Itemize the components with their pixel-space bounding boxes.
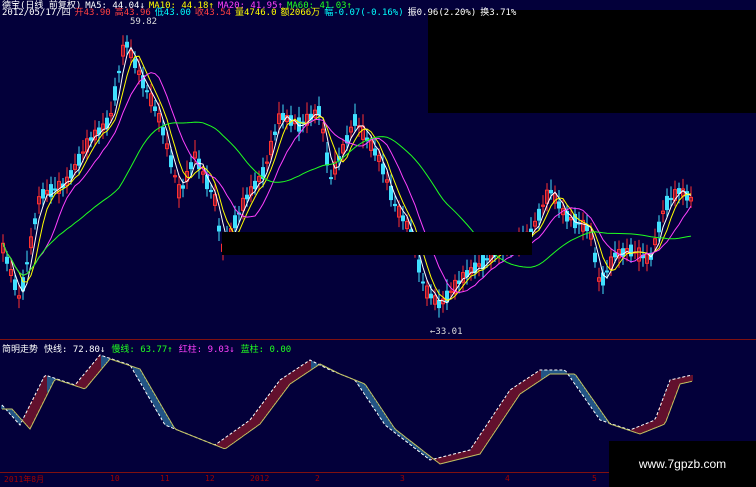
candle-body: [429, 293, 433, 299]
candle-body: [401, 215, 405, 222]
axis-tick-label: 4: [505, 474, 510, 483]
axis-tick-label: 2011年8月: [4, 475, 45, 484]
candle-body: [393, 203, 397, 207]
quote-value-5: 量4746.0: [234, 8, 277, 18]
low-price-label: ←33.01: [430, 327, 463, 337]
candle-body: [77, 153, 81, 166]
quote-value-1: 开43.90: [74, 8, 111, 18]
candle-body: [381, 163, 385, 175]
candle-body: [53, 188, 57, 191]
candle-body: [89, 137, 93, 141]
candle-body: [113, 86, 117, 101]
candle-body: [549, 189, 553, 194]
candle-body: [233, 215, 237, 229]
candle-body: [669, 197, 673, 201]
candle-body: [325, 152, 329, 166]
slow-line: [2, 358, 693, 465]
candle-body: [5, 256, 9, 264]
candle-body: [557, 201, 561, 209]
candle-body: [169, 155, 173, 168]
candle-body: [665, 195, 669, 211]
candle-body: [657, 221, 661, 233]
quote-value-8: 振0.96(2.20%): [407, 8, 477, 18]
candle-body: [145, 90, 149, 93]
stock-chart-window: 德宝(日线 前复权) MA5: 44.04↓ MA10: 44.18↑ MA20: 4…: [0, 0, 756, 487]
candle-body: [133, 58, 137, 69]
quote-value-7: 幅-0.07(-0.16%): [324, 8, 404, 18]
quote-value-3: 低43.00: [154, 8, 191, 18]
candle-body: [485, 258, 489, 261]
candle-body: [273, 131, 277, 136]
candle-body: [417, 259, 421, 273]
candle-body: [373, 148, 377, 156]
candle-body: [217, 225, 221, 232]
candle-body: [613, 252, 617, 258]
candle-body: [353, 114, 357, 126]
candle-body: [13, 279, 17, 291]
quote-value-6: 额2066万: [280, 8, 321, 18]
axis-tick-label: 11: [160, 474, 170, 483]
candle-body: [161, 127, 165, 136]
candle-body: [329, 177, 333, 180]
candle-body: [69, 170, 73, 179]
high-price-label: 59.82: [130, 17, 158, 27]
candle-body: [281, 113, 285, 120]
candle-body: [245, 194, 249, 200]
axis-tick-label: 12: [205, 474, 215, 483]
axis-tick-label: 10: [110, 474, 120, 483]
quote-value-0: 2012/05/17/四: [2, 8, 71, 18]
candle-body: [629, 244, 633, 257]
candle-body: [33, 218, 37, 225]
candle-body: [621, 248, 625, 257]
candle-body: [437, 299, 441, 309]
axis-tick-label: 3: [400, 474, 405, 483]
candle-body: [209, 189, 213, 193]
candle-body: [25, 262, 29, 265]
axis-tick-label: 2012: [250, 474, 270, 483]
candle-body: [537, 208, 541, 221]
candle-body: [317, 106, 321, 116]
quote-value-4: 收43.54: [194, 8, 231, 18]
candle-body: [605, 270, 609, 273]
blank-overlay-panel: [428, 10, 756, 113]
blank-overlay-bar: [222, 232, 532, 255]
candle-body: [585, 225, 589, 232]
candle-body: [117, 70, 121, 74]
candle-body: [153, 106, 157, 112]
candle-body: [41, 189, 45, 199]
candle-body: [421, 281, 425, 284]
quote-value-9: 换3.71%: [480, 8, 517, 18]
candle-body: [181, 185, 185, 189]
candle-body: [125, 41, 129, 48]
quote-header: 2012/05/17/四 开43.90 高43.96 低43.00 收43.54 量474…: [2, 8, 520, 18]
fast-line: [1, 354, 693, 461]
candle-body: [593, 252, 597, 263]
candle-body: [253, 180, 257, 190]
axis-tick-label: 2: [315, 474, 320, 483]
axis-tick-label: 5: [592, 474, 597, 483]
watermark: www.7gpzb.com: [609, 441, 756, 487]
candle-body: [189, 162, 193, 170]
